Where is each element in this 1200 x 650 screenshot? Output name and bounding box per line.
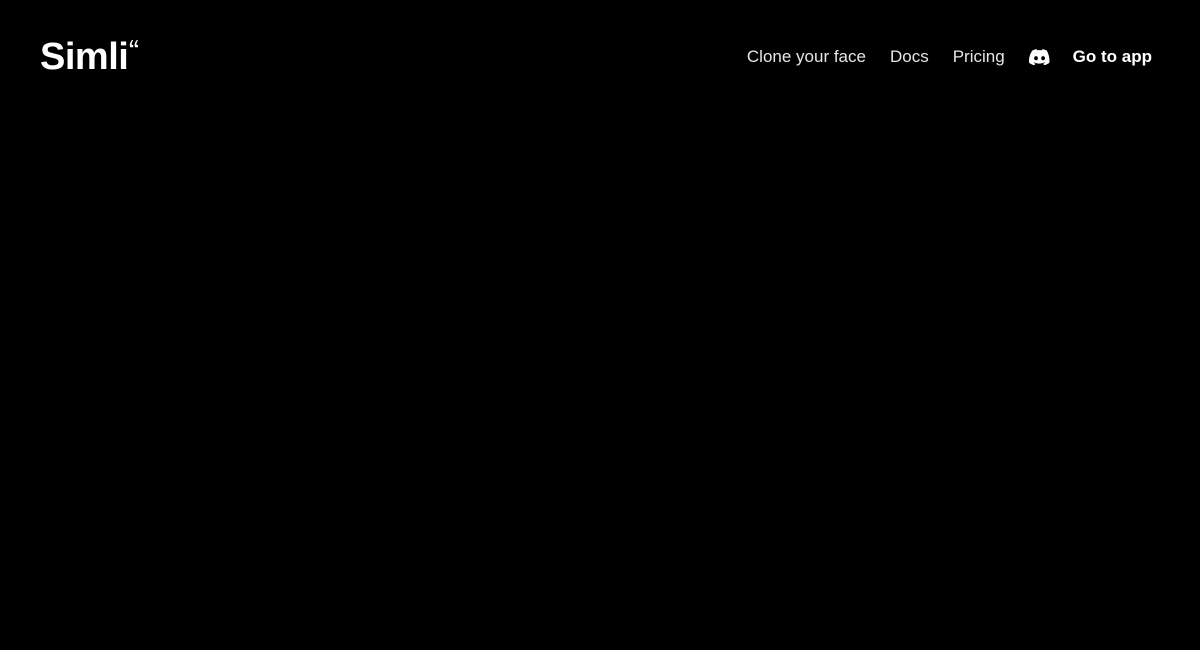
brand-name: Simli	[40, 36, 129, 78]
quote-mark-icon	[129, 35, 139, 53]
nav-link-pricing[interactable]: Pricing	[953, 47, 1005, 67]
site-header: Simli Clone your face Docs Pricing Go to…	[0, 0, 1200, 114]
main-nav: Clone your face Docs Pricing Go to app	[747, 46, 1152, 68]
main-content	[0, 114, 1200, 650]
brand-logo[interactable]: Simli	[40, 38, 139, 76]
go-to-app-button[interactable]: Go to app	[1073, 47, 1152, 67]
nav-link-clone-your-face[interactable]: Clone your face	[747, 47, 866, 67]
discord-icon	[1029, 49, 1050, 65]
page: Simli Clone your face Docs Pricing Go to…	[0, 0, 1200, 650]
nav-link-docs[interactable]: Docs	[890, 47, 929, 67]
discord-link[interactable]	[1029, 46, 1051, 68]
